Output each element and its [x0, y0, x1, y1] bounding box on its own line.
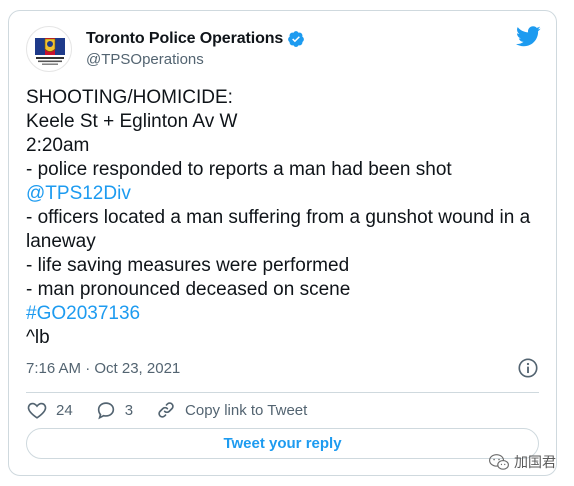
reply-count: 3	[124, 401, 134, 419]
watermark: 加国君	[488, 452, 556, 472]
reply-button[interactable]: 3	[95, 399, 133, 421]
tweet-your-reply-button[interactable]: Tweet your reply	[26, 428, 539, 459]
like-count: 24	[56, 401, 73, 419]
tweet-line: Keele St + Eglinton Av W	[26, 111, 238, 132]
watermark-text: 加国君	[514, 454, 556, 470]
display-name-row: Toronto Police Operations	[86, 28, 305, 50]
author-names: Toronto Police Operations @TPSOperations	[86, 28, 305, 70]
display-name[interactable]: Toronto Police Operations	[86, 30, 283, 48]
tweet-line: ^lb	[26, 327, 50, 348]
tweet-line: - man pronounced deceased on scene	[26, 279, 351, 300]
wechat-icon	[489, 454, 509, 470]
mention-link[interactable]: @TPS12Div	[26, 182, 546, 206]
tweet-text: SHOOTING/HOMICIDE: Keele St + Eglinton A…	[26, 86, 546, 350]
handle[interactable]: @TPSOperations	[86, 50, 305, 70]
heart-icon	[27, 402, 47, 419]
speech-bubble-icon	[97, 402, 114, 420]
police-crest-icon	[35, 38, 65, 65]
copy-link-button[interactable]: Copy link to Tweet	[155, 399, 307, 421]
verified-badge-icon	[287, 30, 305, 48]
tweet-line: - life saving measures were performed	[26, 255, 350, 276]
tweet-line: - officers located a man suffering from …	[26, 207, 531, 252]
copy-link-label: Copy link to Tweet	[185, 401, 308, 419]
tweet-timestamp[interactable]: 7:16 AM · Oct 23, 2021	[26, 360, 180, 377]
info-icon[interactable]	[517, 357, 539, 379]
link-icon	[158, 402, 174, 418]
like-button[interactable]: 24	[26, 399, 73, 421]
hashtag-link[interactable]: #GO2037136	[26, 302, 546, 326]
tweet-line: - police responded to reports a man had …	[26, 159, 452, 180]
divider	[26, 392, 539, 393]
tweet-header: Toronto Police Operations @TPSOperations	[26, 24, 541, 74]
twitter-bird-icon[interactable]	[516, 26, 541, 47]
tweet-line: 2:20am	[26, 135, 90, 156]
tweet-line: SHOOTING/HOMICIDE:	[26, 87, 233, 108]
action-bar: 24 3 Copy link to Tweet	[26, 397, 329, 423]
tweet-card: Toronto Police Operations @TPSOperations…	[8, 10, 557, 476]
avatar[interactable]	[26, 26, 72, 72]
